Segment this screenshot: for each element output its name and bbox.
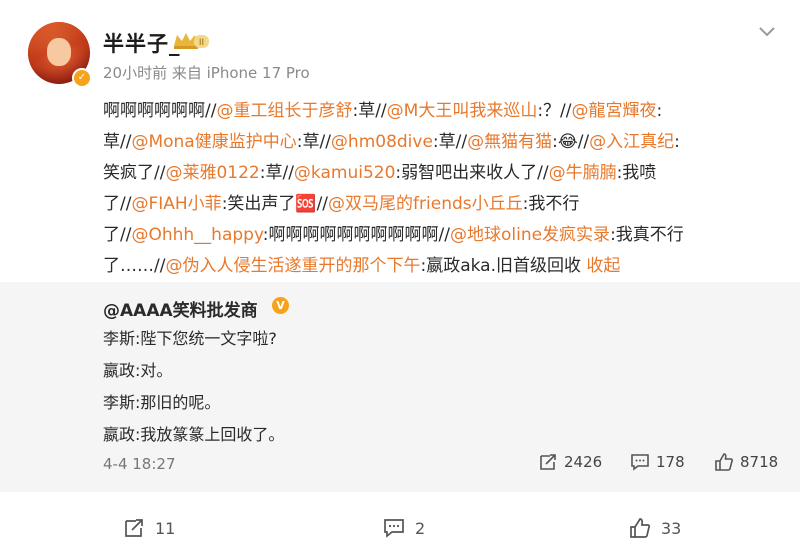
post-text: :草// [259,163,294,183]
post-text: :😂// [552,132,590,152]
level-badge-icon: II [172,31,210,51]
mention-link[interactable]: @龍宮輝夜 [572,101,657,121]
post-line: 啊啊啊啊啊啊//@重工组长于彦舒:草//@M大王叫我来巡山:？//@龍宮輝夜: [103,96,783,127]
mention-link[interactable]: @入江真纪 [589,132,674,152]
quoted-line: 李斯:那旧的呢。 [103,393,221,412]
repost-icon [123,518,145,538]
mention-link[interactable]: @kamui520 [294,163,395,183]
post-text: :我喷 [616,163,657,183]
repost-count: 11 [155,518,176,538]
post-text: :嬴政aka.旧首级回收 [420,256,587,276]
quoted-line: 嬴政:对。 [103,361,173,380]
post-line: 了……//@伪入人侵生活遂重开的那个下午:嬴政aka.旧首级回收 收起 [103,251,783,282]
comment-icon [383,518,405,538]
post-text: : [656,101,663,121]
quoted-like-count: 8718 [740,453,779,471]
mention-link[interactable]: @双马尾的friends小丘丘 [328,194,523,214]
post-text: 了// [103,225,132,245]
post-text: 了……// [103,256,166,276]
mention-link[interactable]: @重工组长于彦舒 [216,101,352,121]
post-text: :笑出声了🆘// [221,194,329,214]
like-icon [629,518,651,538]
post-meta: 20小时前 来自 iPhone 17 Pro [103,64,310,82]
verified-icon: ✓ [72,68,92,88]
mention-link[interactable]: @Mona健康监护中心 [131,132,296,152]
post-line: 草//@Mona健康监护中心:草//@hm08dive:草//@無猫有猫:😂//… [103,127,783,158]
post-line: 了//@Ohhh__happy:啊啊啊啊啊啊啊啊啊啊//@地球oline发疯实录… [103,220,783,251]
repost-icon [538,453,558,471]
mention-link[interactable]: @伪入人侵生活遂重开的那个下午 [165,256,420,276]
post-text: 笑疯了// [103,163,166,183]
avatar-face [47,38,71,66]
level-badge-text: II [199,38,204,48]
quoted-repost-button[interactable]: 2426 [538,453,602,471]
post-header: ✓ 半半子_ II 20小时前 来自 iPhone 17 Pro [0,0,800,95]
post-text: :草// [432,132,468,152]
post-text: 草// [103,132,132,152]
mention-link[interactable]: @M大王叫我来巡山 [387,101,538,121]
post-text: 了// [103,194,132,214]
like-count: 33 [661,518,682,538]
quoted-like-button[interactable]: 8718 [714,453,778,471]
post-text: :啊啊啊啊啊啊啊啊啊啊// [262,225,450,245]
collapse-link[interactable]: 收起 [586,256,620,276]
repost-button[interactable]: 11 [123,518,175,538]
post-line: 了//@FIAH小菲:笑出声了🆘//@双马尾的friends小丘丘:我不行 [103,189,783,220]
mention-link[interactable]: @莱雅0122 [165,163,259,183]
post-text: :？// [537,101,572,121]
post-text: :我不行 [522,194,580,214]
post-text: :草// [352,101,387,121]
quoted-comment-count: 178 [656,453,685,471]
post-text: : [674,132,680,152]
post-body: 啊啊啊啊啊啊//@重工组长于彦舒:草//@M大王叫我来巡山:？//@龍宮輝夜: 草… [103,96,783,282]
comment-button[interactable]: 2 [383,518,425,538]
chevron-down-icon[interactable] [758,26,776,38]
mention-link[interactable]: @Ohhh__happy [131,225,262,245]
quoted-line: 嬴政:我放篆篆上回收了。 [103,425,285,444]
post-line: 笑疯了//@莱雅0122:草//@kamui520:弱智吧出来收人了//@牛腩腩… [103,158,783,189]
author-name[interactable]: 半半子_ [103,28,181,58]
comment-icon [630,453,650,471]
quoted-line: 李斯:陛下您统一文字啦? [103,329,277,348]
quoted-text: 李斯:陛下您统一文字啦? 嬴政:对。 李斯:那旧的呢。 嬴政:我放篆篆上回收了。 [103,323,284,451]
post-text: :我真不行 [610,225,684,245]
like-icon [714,453,734,471]
comment-count: 2 [415,518,426,538]
post-text: :草// [296,132,331,152]
quoted-repost-count: 2426 [564,453,603,471]
mention-link[interactable]: @hm08dive [331,132,433,152]
post-text: :弱智吧出来收人了// [395,163,549,183]
quoted-author[interactable]: @AAAA笑料批发商 [103,296,258,321]
mention-link[interactable]: @FIAH小菲 [131,194,221,214]
mention-link[interactable]: @無猫有猫 [467,132,552,152]
quoted-comment-button[interactable]: 178 [630,453,685,471]
mention-link[interactable]: @牛腩腩 [549,163,617,183]
post-text: 啊啊啊啊啊啊// [103,101,217,121]
like-button[interactable]: 33 [629,518,681,538]
quoted-date: 4-4 18:27 [103,455,176,473]
mention-link[interactable]: @地球oline发疯实录 [450,225,610,245]
verified-icon: V [272,297,289,314]
